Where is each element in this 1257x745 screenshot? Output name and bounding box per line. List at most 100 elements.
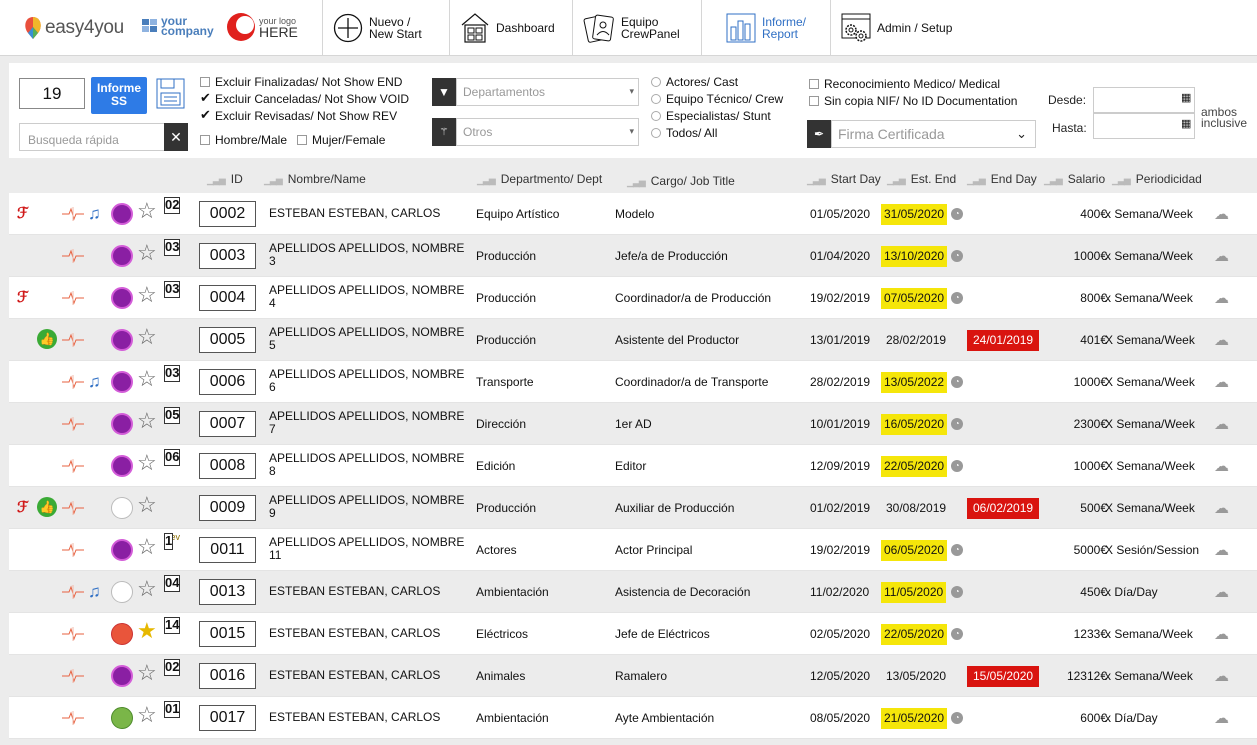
cloud-upload-icon[interactable]: ☁ — [1214, 247, 1229, 265]
est-end-cell[interactable]: 06/05/2020 — [881, 540, 948, 561]
avatar[interactable] — [111, 287, 133, 309]
clock-icon[interactable]: ◔ — [951, 292, 963, 304]
clock-icon[interactable]: ◔ — [951, 586, 963, 598]
avatar[interactable] — [111, 413, 133, 435]
clock-icon[interactable]: ◔ — [951, 544, 963, 556]
col-header-start[interactable]: ▁▃▅ Start Day — [807, 172, 881, 186]
id-box[interactable]: 0013 — [199, 579, 256, 605]
otros-select[interactable]: Otros ▾ — [456, 118, 639, 146]
table-row[interactable]: 👍 ☆ 0005 APELLIDOS APELLIDOS, NOMBRE 5 Produc… — [9, 319, 1257, 361]
avatar[interactable] — [111, 665, 133, 687]
checkbox-mujer[interactable]: Mujer/Female — [297, 132, 385, 147]
est-end-cell[interactable]: 16/05/2020 — [881, 414, 948, 435]
heartbeat-icon[interactable] — [62, 206, 84, 222]
id-box[interactable]: 0017 — [199, 705, 256, 731]
music-note-icon[interactable]: ♫ — [88, 582, 101, 602]
star-icon[interactable]: ☆ — [137, 578, 157, 600]
informe-ss-button[interactable]: Informe SS — [91, 77, 147, 114]
star-icon[interactable]: ☆ — [137, 410, 157, 432]
thumbs-up-icon[interactable]: 👍 — [37, 329, 57, 349]
otros-filter-icon[interactable]: ⚚ — [432, 118, 456, 146]
col-header-name[interactable]: ▁▃▅ Nombre/Name — [264, 172, 366, 186]
clock-icon[interactable]: ◔ — [951, 208, 963, 220]
col-header-end-day[interactable]: ▁▃▅ End Day — [967, 172, 1037, 186]
id-box[interactable]: 0007 — [199, 411, 256, 437]
table-row[interactable]: ℱ☆Rev030004APELLIDOS APELLIDOS, NOMBRE4P… — [9, 277, 1257, 319]
red-flag-icon[interactable]: ℱ — [17, 290, 29, 305]
result-count-box[interactable]: 19 — [19, 78, 85, 109]
save-form-icon[interactable] — [156, 78, 185, 109]
heartbeat-icon[interactable] — [62, 500, 84, 516]
est-end-cell[interactable]: 13/10/2020 — [881, 246, 948, 267]
star-icon[interactable]: ☆ — [137, 704, 157, 726]
music-note-icon[interactable]: ♫ — [88, 372, 101, 392]
id-box[interactable]: 0002 — [199, 201, 256, 227]
nav-informe[interactable]: Informe/Report — [701, 0, 828, 56]
table-row[interactable]: ☆Rev010017ESTEBAN ESTEBAN, CARLOSAmbient… — [9, 697, 1257, 739]
star-icon[interactable]: ☆ — [137, 452, 157, 474]
checkbox-hombre[interactable]: Hombre/Male — [200, 132, 287, 147]
avatar[interactable] — [111, 707, 133, 729]
id-box[interactable]: 0005 — [199, 327, 256, 353]
star-icon[interactable]: ☆ — [137, 494, 157, 516]
cloud-upload-icon[interactable]: ☁ — [1214, 373, 1229, 391]
id-box[interactable]: 0015 — [199, 621, 256, 647]
checkbox-excluir-void[interactable]: ✔ Excluir Canceladas/ Not Show VOID — [200, 91, 409, 106]
heartbeat-icon[interactable] — [62, 416, 84, 432]
avatar[interactable] — [111, 245, 133, 267]
clock-icon[interactable]: ◔ — [951, 628, 963, 640]
est-end-cell[interactable]: 13/05/2022 — [881, 372, 948, 393]
star-icon[interactable]: ☆ — [137, 326, 157, 348]
table-row[interactable]: ♫☆Rev040013ESTEBAN ESTEBAN, CARLOSAmbien… — [9, 571, 1257, 613]
id-box[interactable]: 0009 — [199, 495, 256, 521]
firma-select[interactable]: Firma Certificada ⌄ — [831, 120, 1036, 148]
cloud-upload-icon[interactable]: ☁ — [1214, 709, 1229, 727]
star-icon[interactable]: ☆ — [137, 200, 157, 222]
id-box[interactable]: 0004 — [199, 285, 256, 311]
col-header-id[interactable]: ▁▃▅ ID — [207, 172, 243, 186]
heartbeat-icon[interactable] — [62, 374, 84, 390]
table-row[interactable]: ☆Rev030003APELLIDOS APELLIDOS, NOMBRE3Pr… — [9, 235, 1257, 277]
avatar[interactable] — [111, 203, 133, 225]
avatar[interactable] — [111, 581, 133, 603]
departamentos-filter-icon[interactable]: ▼ — [432, 78, 456, 106]
clear-search-button[interactable]: ✕ — [164, 123, 188, 151]
nav-dashboard[interactable]: Dashboard — [449, 0, 569, 56]
est-end-cell[interactable]: 07/05/2020 — [881, 288, 948, 309]
est-end-cell[interactable]: 11/05/2020 — [881, 582, 947, 603]
avatar[interactable] — [111, 371, 133, 393]
checkbox-no-id[interactable]: Sin copia NIF/ No ID Documentation — [809, 93, 1017, 108]
table-row[interactable]: ☆Rev10011APELLIDOS APELLIDOS, NOMBRE11Ac… — [9, 529, 1257, 571]
avatar[interactable] — [111, 497, 133, 519]
red-flag-icon[interactable]: ℱ — [17, 206, 29, 221]
star-icon[interactable]: ☆ — [137, 284, 157, 306]
music-note-icon[interactable]: ♫ — [88, 204, 101, 224]
star-icon[interactable]: ★ — [137, 620, 157, 642]
avatar[interactable] — [111, 623, 133, 645]
table-row[interactable]: ☆Rev020016ESTEBAN ESTEBAN, CARLOSAnimale… — [9, 655, 1257, 697]
table-row[interactable]: ℱ 👍 ☆ 0009 APELLIDOS APELLIDOS, NOMBRE 9 Produ… — [9, 487, 1257, 529]
checkbox-medical[interactable]: Reconocimiento Medico/ Medical — [809, 76, 1017, 91]
id-box[interactable]: 0011 — [199, 537, 256, 563]
clock-icon[interactable]: ◔ — [951, 418, 963, 430]
star-icon[interactable]: ☆ — [137, 662, 157, 684]
cloud-upload-icon[interactable]: ☁ — [1214, 331, 1229, 349]
checkbox-excluir-end[interactable]: Excluir Finalizadas/ Not Show END — [200, 74, 409, 89]
star-icon[interactable]: ☆ — [137, 368, 157, 390]
star-icon[interactable]: ☆ — [137, 536, 157, 558]
cloud-upload-icon[interactable]: ☁ — [1214, 583, 1229, 601]
radio-especialistas[interactable]: Especialistas/ Stunt — [651, 108, 783, 124]
table-row[interactable]: ☆Rev060008APELLIDOS APELLIDOS, NOMBRE8Ed… — [9, 445, 1257, 487]
heartbeat-icon[interactable] — [62, 668, 84, 684]
id-box[interactable]: 0008 — [199, 453, 256, 479]
cloud-upload-icon[interactable]: ☁ — [1214, 499, 1229, 517]
radio-todos[interactable]: Todos/ All — [651, 125, 783, 141]
id-box[interactable]: 0006 — [199, 369, 256, 395]
desde-date-input[interactable] — [1093, 87, 1195, 113]
heartbeat-icon[interactable] — [62, 332, 84, 348]
est-end-cell[interactable]: 31/05/2020 — [881, 204, 948, 225]
easy4you-logo[interactable]: easy4you — [22, 12, 124, 44]
hasta-date-input[interactable] — [1093, 113, 1195, 139]
cloud-upload-icon[interactable]: ☁ — [1214, 457, 1229, 475]
radio-equipo[interactable]: Equipo Técnico/ Crew — [651, 91, 783, 107]
